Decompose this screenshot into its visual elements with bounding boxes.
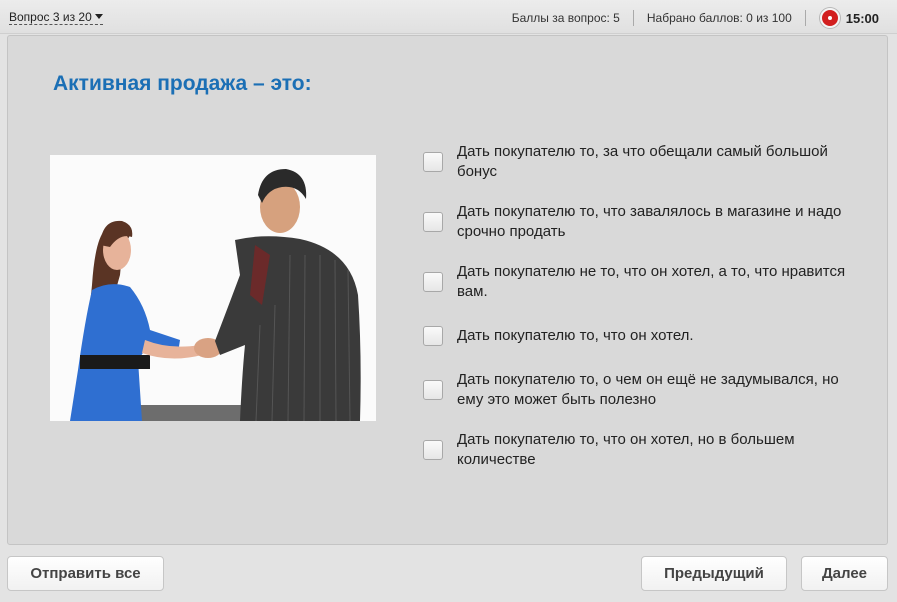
- top-bar: Вопрос 3 из 20 Баллы за вопрос: 5 Набран…: [0, 0, 897, 34]
- handshake-illustration: [50, 155, 376, 421]
- checkbox[interactable]: [423, 440, 443, 460]
- answer-option-text: Дать покупателю то, за что обещали самый…: [457, 143, 828, 180]
- answer-option-5[interactable]: Дать покупателю то, о чем он ещё не заду…: [423, 370, 853, 410]
- answer-option-3[interactable]: Дать покупателю не то, что он хотел, а т…: [423, 262, 853, 302]
- next-button[interactable]: Далее: [801, 556, 888, 591]
- divider: [804, 10, 806, 26]
- timer-icon: [819, 8, 840, 28]
- checkbox[interactable]: [423, 152, 443, 172]
- points-per-question: Баллы за вопрос: 5: [511, 11, 620, 25]
- timer-value: 15:00: [845, 10, 879, 26]
- answer-option-4[interactable]: Дать покупателю то, что он хотел.: [423, 326, 853, 346]
- checkbox[interactable]: [423, 212, 443, 232]
- question-navigator-label: Вопрос 3 из 20: [9, 10, 92, 24]
- answer-option-text: Дать покупателю то, что он хотел, но в б…: [457, 431, 795, 468]
- answer-option-6[interactable]: Дать покупателю то, что он хотел, но в б…: [423, 430, 853, 470]
- answer-option-1[interactable]: Дать покупателю то, за что обещали самый…: [423, 142, 853, 182]
- chevron-down-icon: [94, 14, 103, 19]
- previous-button[interactable]: Предыдущий: [641, 556, 787, 591]
- points-earned: Набрано баллов: 0 из 100: [646, 11, 792, 25]
- stats-bar: Баллы за вопрос: 5 Набрано баллов: 0 из …: [499, 7, 879, 29]
- question-navigator-dropdown[interactable]: Вопрос 3 из 20: [9, 11, 103, 25]
- question-panel: Активная продажа – это: Дать покупателю …: [7, 35, 888, 545]
- answer-option-text: Дать покупателю то, что он хотел.: [457, 327, 694, 344]
- question-title: Активная продажа – это:: [53, 72, 312, 95]
- answer-option-2[interactable]: Дать покупателю то, что завалялось в маг…: [423, 202, 853, 242]
- answer-option-text: Дать покупателю не то, что он хотел, а т…: [457, 263, 846, 300]
- answer-option-text: Дать покупателю то, что завалялось в маг…: [457, 203, 842, 240]
- checkbox[interactable]: [423, 380, 443, 400]
- checkbox[interactable]: [423, 326, 443, 346]
- checkbox[interactable]: [423, 272, 443, 292]
- answer-option-text: Дать покупателю то, о чем он ещё не заду…: [457, 371, 839, 408]
- submit-all-button[interactable]: Отправить все: [7, 556, 164, 591]
